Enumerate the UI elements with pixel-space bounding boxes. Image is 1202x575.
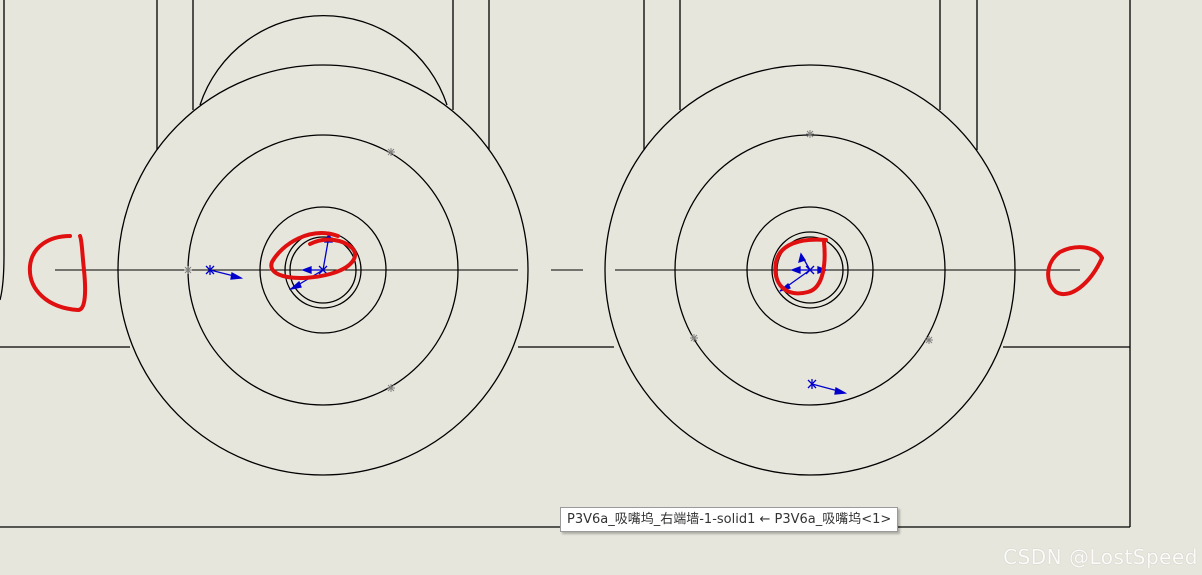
left-wall-curve[interactable] <box>0 0 5 301</box>
sketch-point-icon[interactable] <box>690 334 698 342</box>
watermark: CSDN @LostSpeed <box>1003 545 1198 569</box>
sketch-point-icon[interactable] <box>387 384 395 392</box>
coordinate-system-icon[interactable] <box>807 379 848 395</box>
part-outline[interactable] <box>0 0 1131 528</box>
sketch-point-icon[interactable] <box>806 130 814 138</box>
sketch-point-icon[interactable] <box>925 336 933 344</box>
hover-tooltip: P3V6a_吸嘴坞_右端墙-1-solid1 ← P3V6a_吸嘴坞<1> <box>560 507 899 532</box>
annotation-left-center-loop <box>269 231 357 280</box>
sketch-point-icon[interactable] <box>184 266 192 274</box>
annotation-left-loop <box>27 234 88 312</box>
cad-graphics-area[interactable]: P3V6a_吸嘴坞_右端墙-1-solid1 ← P3V6a_吸嘴坞<1> CS… <box>0 0 1202 575</box>
left-pocket[interactable] <box>156 0 490 150</box>
right-pocket[interactable] <box>643 0 978 150</box>
sketch-points[interactable] <box>184 130 933 392</box>
origin-triad-icon[interactable] <box>205 232 848 395</box>
cad-drawing-canvas[interactable] <box>0 0 1202 575</box>
sketch-point-icon[interactable] <box>387 148 395 156</box>
coordinate-system-icon[interactable] <box>205 265 244 280</box>
left-boss-top-arc[interactable] <box>199 15 448 106</box>
annotation-right-loop <box>1046 245 1104 296</box>
